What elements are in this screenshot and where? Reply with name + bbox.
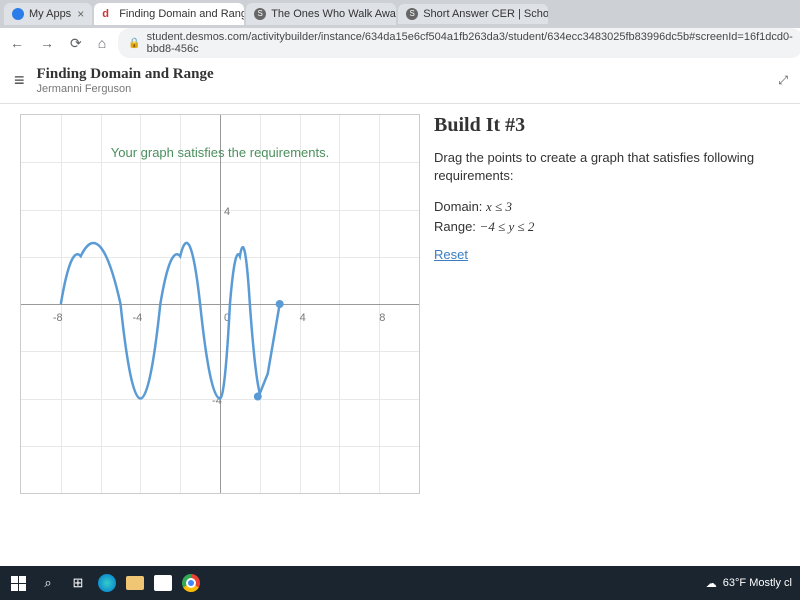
fullscreen-icon[interactable]: ⤢ <box>778 73 786 88</box>
tab-label: Finding Domain and Range <box>119 8 244 20</box>
tick-zero: 0 <box>224 312 230 324</box>
s-icon: S <box>406 8 418 20</box>
url-input[interactable]: 🔒 student.desmos.com/activitybuilder/ins… <box>118 28 800 58</box>
close-icon[interactable]: × <box>77 7 84 21</box>
task-view-icon[interactable]: ⊞ <box>68 573 88 593</box>
tab-label: The Ones Who Walk Away Fr <box>271 8 396 20</box>
tab-desmos[interactable]: d Finding Domain and Range × <box>94 3 244 25</box>
store-icon[interactable] <box>154 575 172 591</box>
weather-icon: ☁ <box>706 577 717 590</box>
reset-link[interactable]: Reset <box>434 247 468 262</box>
instruction-text: Drag the points to create a graph that s… <box>434 149 786 185</box>
home-button[interactable]: ⌂ <box>94 33 110 53</box>
back-button[interactable]: ← <box>6 33 28 53</box>
tick-pos8: 8 <box>379 312 385 324</box>
tick-pos4: 4 <box>300 312 306 324</box>
app-header: ≡ Finding Domain and Range Jermanni Ferg… <box>0 58 800 104</box>
tick-y-neg4: -4 <box>212 395 222 407</box>
instructions-panel: Build It #3 Drag the points to create a … <box>420 114 800 574</box>
search-icon[interactable]: ⌕ <box>38 573 58 593</box>
tab-ones-walk[interactable]: S The Ones Who Walk Away Fr × <box>246 3 396 25</box>
y-axis <box>220 115 221 493</box>
tick-neg8: -8 <box>53 312 63 324</box>
section-title: Build It #3 <box>434 114 786 137</box>
edge-icon[interactable] <box>98 574 116 592</box>
browser-chrome: My Apps × d Finding Domain and Range × S… <box>0 0 800 58</box>
tab-bar: My Apps × d Finding Domain and Range × S… <box>0 0 800 28</box>
graph-panel: Your graph satisfies the requirements. -… <box>20 114 420 574</box>
chrome-icon[interactable] <box>182 574 200 592</box>
tab-label: Short Answer CER | Schoolo <box>423 8 548 20</box>
domain-requirement: Domain: x ≤ 3 <box>434 199 786 215</box>
windows-taskbar: ⌕ ⊞ ☁ 63°F Mostly cl <box>0 566 800 600</box>
tab-my-apps[interactable]: My Apps × <box>4 3 92 25</box>
start-button[interactable] <box>8 573 28 593</box>
tab-label: My Apps <box>29 8 71 20</box>
tick-neg4: -4 <box>132 312 142 324</box>
weather-text: 63°F Mostly cl <box>723 577 792 589</box>
lock-icon: 🔒 <box>128 38 140 49</box>
reload-button[interactable]: ⟳ <box>66 33 86 54</box>
student-name: Jermanni Ferguson <box>37 83 214 95</box>
tab-short-answer[interactable]: S Short Answer CER | Schoolo <box>398 4 548 24</box>
desmos-icon: d <box>102 8 114 20</box>
address-bar: ← → ⟳ ⌂ 🔒 student.desmos.com/activitybui… <box>0 28 800 58</box>
cloud-icon <box>12 8 24 20</box>
s-icon: S <box>254 8 266 20</box>
activity-title: Finding Domain and Range <box>37 66 214 83</box>
url-text: student.desmos.com/activitybuilder/insta… <box>147 31 793 55</box>
range-requirement: Range: −4 ≤ y ≤ 2 <box>434 219 786 235</box>
graph-area[interactable]: Your graph satisfies the requirements. -… <box>20 114 420 494</box>
forward-button[interactable]: → <box>36 33 58 53</box>
tick-y-pos4: 4 <box>224 206 230 218</box>
validation-message: Your graph satisfies the requirements. <box>21 145 419 160</box>
system-tray[interactable]: ☁ 63°F Mostly cl <box>706 577 792 590</box>
content-area: Your graph satisfies the requirements. -… <box>0 104 800 574</box>
explorer-icon[interactable] <box>126 576 144 590</box>
menu-icon[interactable]: ≡ <box>14 70 25 91</box>
